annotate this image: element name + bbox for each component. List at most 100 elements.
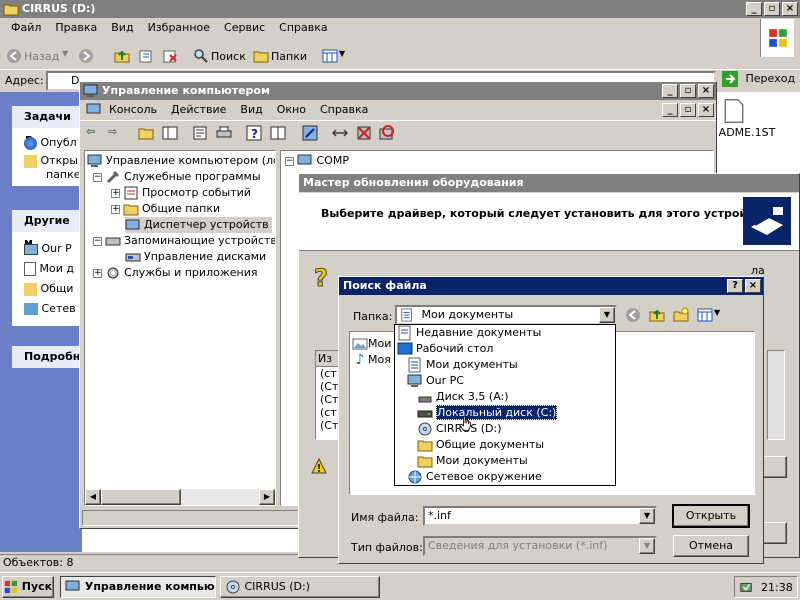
other-places-header[interactable]: Другие м xyxy=(12,210,82,249)
help-icon[interactable]: ? xyxy=(246,125,262,141)
print-icon[interactable] xyxy=(216,125,232,141)
scroll-left-button[interactable]: ◀ xyxy=(85,489,101,505)
menu-view[interactable]: Вид xyxy=(233,100,269,120)
maximize-button[interactable]: ▫ xyxy=(764,2,780,16)
folder-select[interactable]: Мои документы ▼ xyxy=(395,305,617,325)
minimize-button[interactable]: _ xyxy=(746,2,762,16)
wizard-right-scroll[interactable] xyxy=(767,350,785,440)
up-folder-icon[interactable] xyxy=(649,307,665,323)
dropdown-item[interactable]: Недавние документы xyxy=(395,325,615,341)
explorer-titlebar[interactable]: CIRRUS (D:) _ ▫ × xyxy=(0,0,800,18)
help-button[interactable]: ? xyxy=(727,279,743,293)
scan-hardware-icon[interactable] xyxy=(302,125,318,141)
disable-device-icon[interactable] xyxy=(356,125,372,141)
menu-view[interactable]: Вид xyxy=(104,18,140,38)
up-level-icon[interactable] xyxy=(138,125,154,141)
task-item-publish[interactable]: Опубл xyxy=(24,136,77,150)
tree-item-device-manager[interactable]: Диспетчер устройств xyxy=(125,217,272,233)
forward-arrow-icon[interactable]: ⇨ xyxy=(108,125,117,138)
cancel-button[interactable]: Отмена xyxy=(673,535,749,557)
collapse-icon[interactable]: − xyxy=(93,236,102,246)
views-icon[interactable] xyxy=(322,48,338,64)
safely-remove-hardware-icon[interactable] xyxy=(739,580,753,594)
update-driver-icon[interactable] xyxy=(332,125,348,141)
dropdown-item[interactable]: Рабочий стол xyxy=(395,341,615,357)
back-label[interactable]: Назад xyxy=(24,50,59,63)
search-icon[interactable] xyxy=(193,48,209,64)
clock[interactable]: 21:38 xyxy=(761,581,793,594)
menu-edit[interactable]: Правка xyxy=(48,18,104,38)
delete-icon[interactable] xyxy=(162,48,178,64)
scroll-thumb[interactable] xyxy=(101,489,181,505)
folder-dropdown-button[interactable]: ▼ xyxy=(599,307,615,323)
filename-input[interactable]: *.inf ▼ xyxy=(423,506,657,526)
dropdown-item[interactable]: CIRRUS (D:) xyxy=(395,421,615,437)
dropdown-item[interactable]: Мои документы xyxy=(395,357,615,373)
open-button[interactable]: Открыть xyxy=(672,504,750,528)
other-item-docs[interactable]: Мои д xyxy=(24,262,74,276)
filetype-dropdown-button[interactable]: ▼ xyxy=(639,538,655,554)
tree-item-shared-folders[interactable]: + Общие папки xyxy=(111,201,220,217)
tree-item-storage[interactable]: − Запоминающие устройства xyxy=(93,233,275,249)
details-panel[interactable]: Подробн xyxy=(12,346,82,368)
expand-icon[interactable]: + xyxy=(93,268,102,278)
child-restore-button[interactable]: ▫ xyxy=(680,103,696,117)
search-button-label[interactable]: Поиск xyxy=(211,50,246,63)
start-button[interactable]: Пуск xyxy=(2,576,54,598)
view-menu-icon[interactable] xyxy=(697,307,713,323)
folders-button-label[interactable]: Папки xyxy=(271,50,307,63)
menu-window[interactable]: Окно xyxy=(270,100,313,120)
file-item-readme[interactable]: ADME.1ST xyxy=(716,98,796,139)
tree-item-disk-management[interactable]: Управление дисками xyxy=(125,249,266,265)
forward-icon[interactable] xyxy=(78,48,94,64)
menu-console[interactable]: Консоль xyxy=(102,100,164,120)
view-dropdown-icon[interactable]: ▼ xyxy=(714,308,720,317)
expand-icon[interactable]: + xyxy=(111,204,120,214)
tree-item-event-viewer[interactable]: + Просмотр событий xyxy=(111,185,251,201)
taskbar-item-mmc[interactable]: Управление компью... xyxy=(60,576,216,598)
tree-item-services[interactable]: + Службы и приложения xyxy=(93,265,257,281)
menu-file[interactable]: Файл xyxy=(4,18,48,38)
go-button[interactable]: Переход xyxy=(722,71,798,91)
views-dropdown-icon[interactable]: ▼ xyxy=(339,49,345,58)
back-dropdown-icon[interactable]: ▼ xyxy=(62,49,68,58)
filetype-select[interactable]: Сведения для установки (*.inf) ▼ xyxy=(423,536,657,556)
tree-item-system-tools[interactable]: − Служебные программы xyxy=(93,169,261,185)
detail-item-computer[interactable]: − COMP xyxy=(285,153,349,169)
minimize-button[interactable]: _ xyxy=(662,84,678,98)
move-to-icon[interactable] xyxy=(138,48,154,64)
collapse-icon[interactable]: − xyxy=(285,156,294,166)
collapse-icon[interactable]: − xyxy=(93,172,102,182)
expand-icon[interactable]: + xyxy=(111,188,120,198)
menu-help[interactable]: Справка xyxy=(313,100,375,120)
dropdown-item[interactable]: Сетевое окружение xyxy=(395,469,615,485)
mmc-titlebar[interactable]: Управление компьютером _ ▫ × xyxy=(80,82,716,100)
menu-tools[interactable]: Сервис xyxy=(217,18,272,38)
dropdown-item[interactable]: Общие документы xyxy=(395,437,615,453)
export-list-icon[interactable] xyxy=(270,125,286,141)
properties-icon[interactable] xyxy=(192,125,208,141)
show-hide-tree-icon[interactable] xyxy=(162,125,178,141)
maximize-button[interactable]: ▫ xyxy=(680,84,696,98)
close-button[interactable]: × xyxy=(698,84,714,98)
back-icon[interactable] xyxy=(625,307,641,323)
other-item-shared[interactable]: Общи xyxy=(24,282,73,296)
dropdown-item[interactable]: Мои документы xyxy=(395,453,615,469)
dialog-titlebar[interactable]: Поиск файла ? × xyxy=(339,277,763,295)
taskbar-item-explorer[interactable]: CIRRUS (D:) xyxy=(220,576,380,598)
dropdown-item[interactable]: Локальный диск (C:) xyxy=(395,405,615,421)
menu-action[interactable]: Действие xyxy=(164,100,233,120)
close-button[interactable]: × xyxy=(782,2,798,16)
new-folder-icon[interactable] xyxy=(673,307,689,323)
dropdown-item[interactable]: Диск 3,5 (A:) xyxy=(395,389,615,405)
filename-dropdown-button[interactable]: ▼ xyxy=(639,508,655,524)
folders-icon[interactable] xyxy=(253,48,269,64)
scroll-right-button[interactable]: ▶ xyxy=(259,489,275,505)
up-folder-icon[interactable] xyxy=(114,48,130,64)
close-button[interactable]: × xyxy=(745,279,761,293)
tree-item-root[interactable]: Управление компьютером (локаль xyxy=(87,153,275,169)
child-close-button[interactable]: × xyxy=(698,103,714,117)
other-item-pc[interactable]: Our P xyxy=(24,242,72,255)
back-icon[interactable] xyxy=(6,48,22,64)
dropdown-item[interactable]: Our PC xyxy=(395,373,615,389)
